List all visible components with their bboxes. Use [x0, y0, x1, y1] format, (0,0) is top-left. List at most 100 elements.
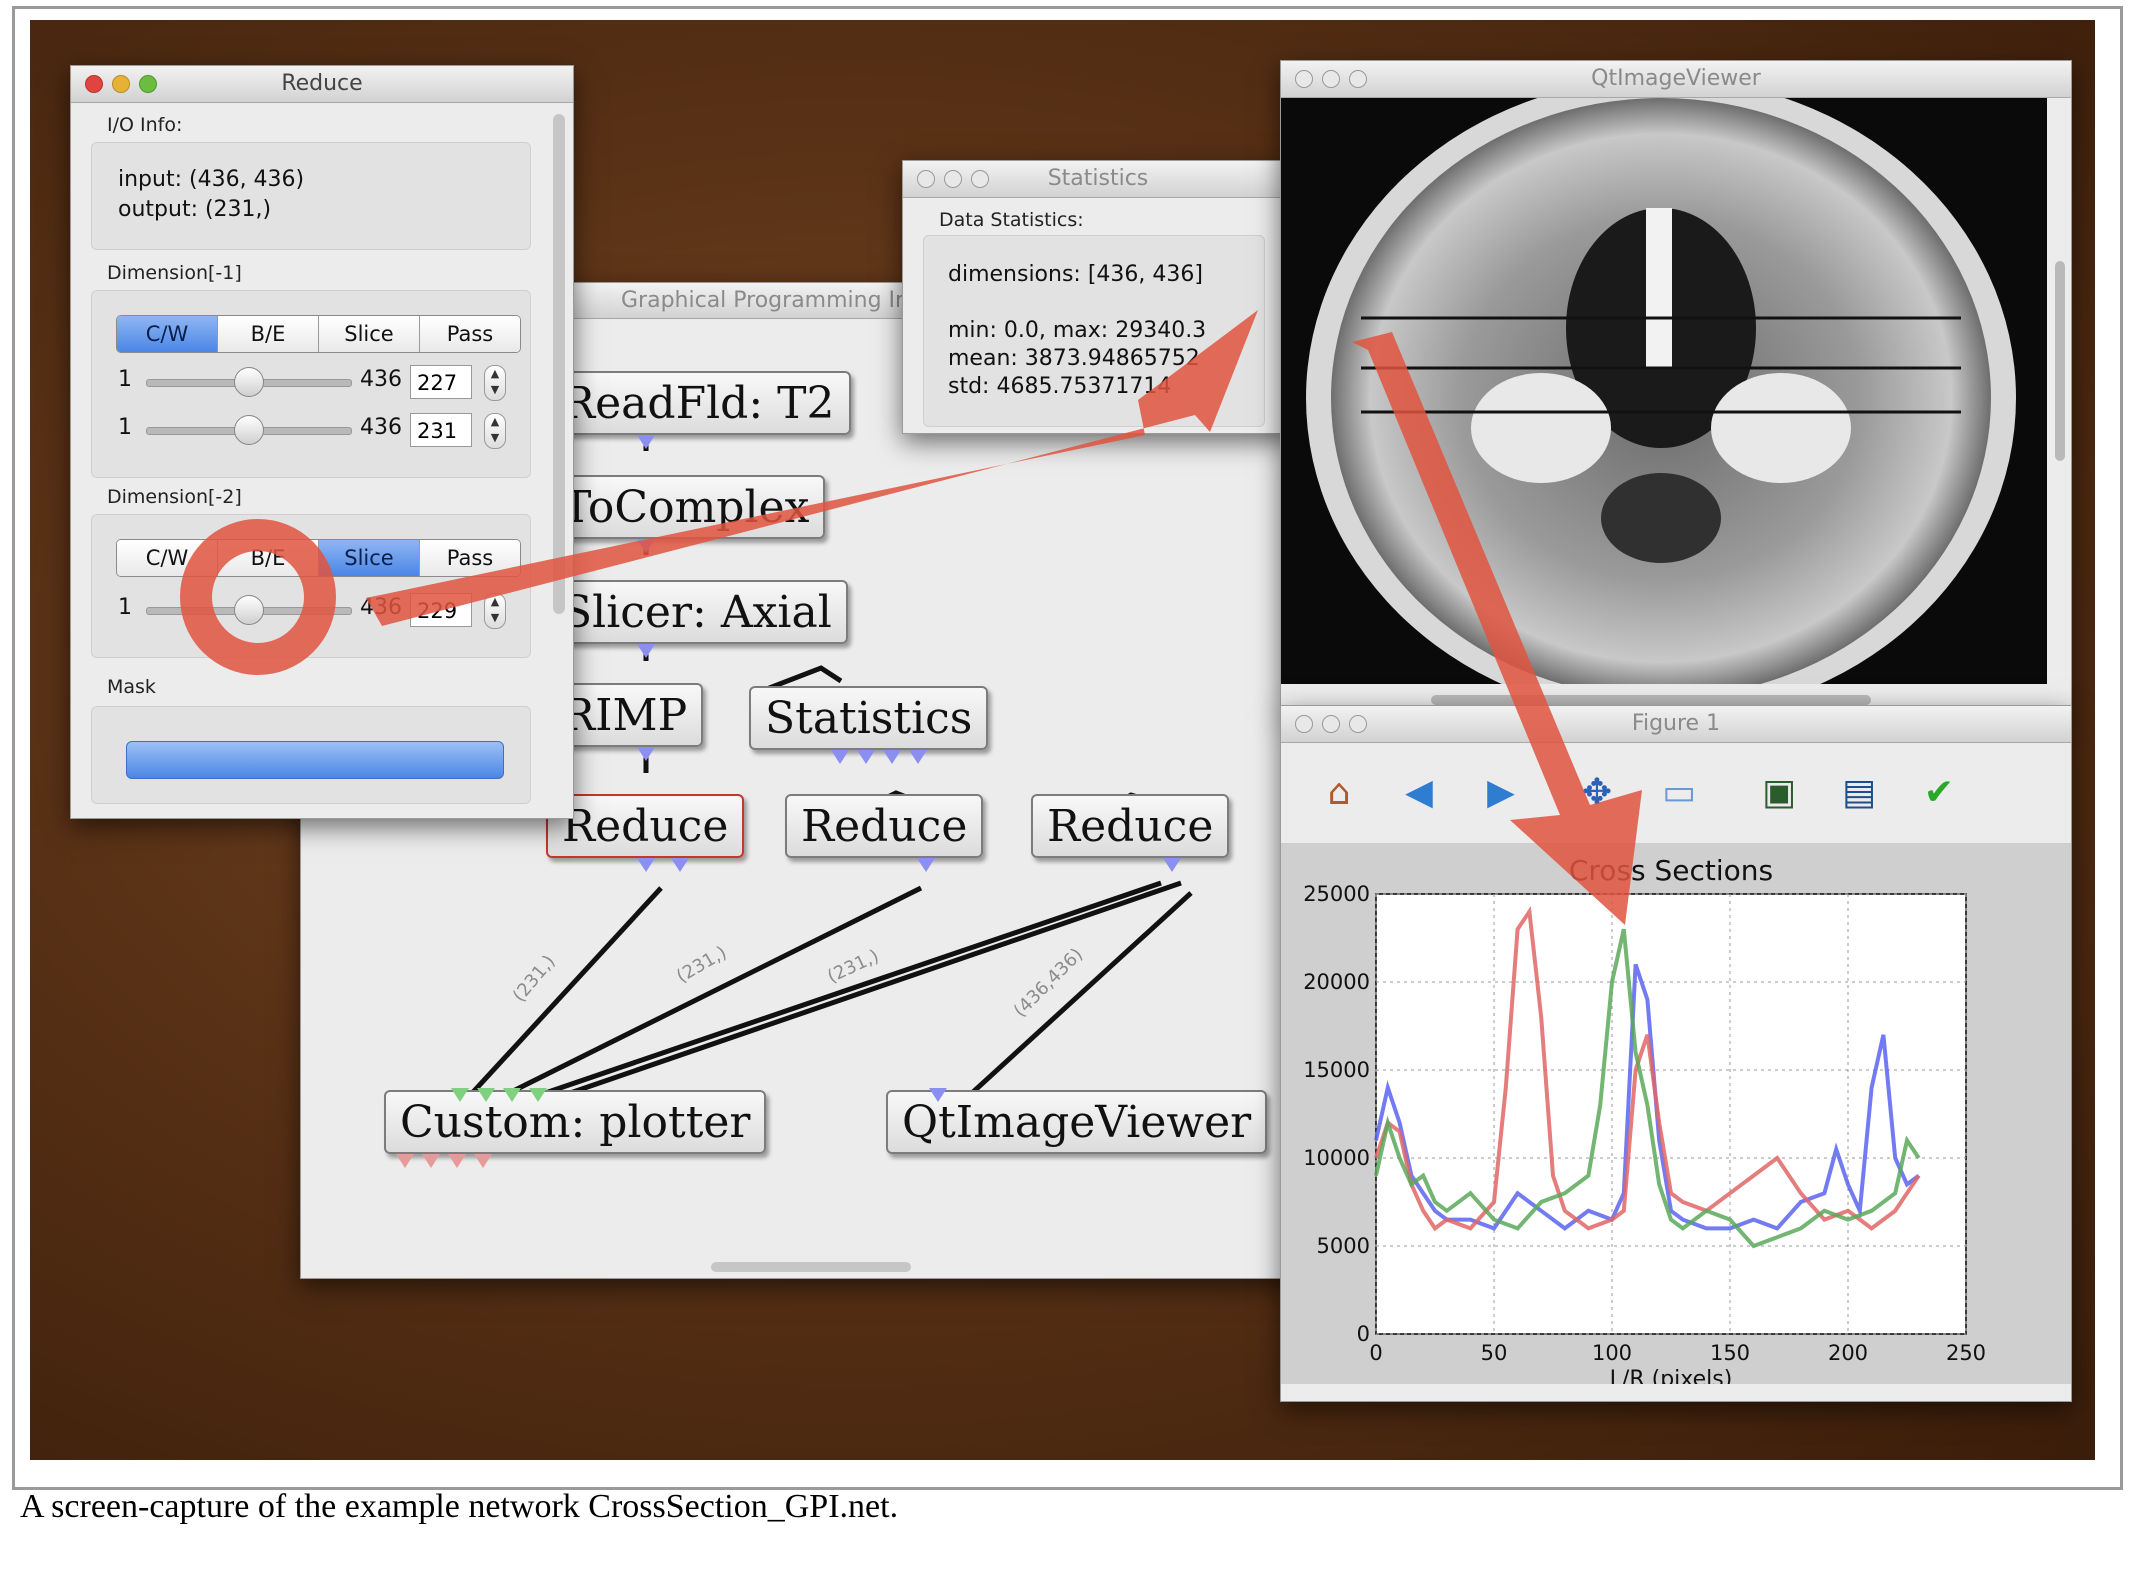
close-icon[interactable]: [917, 170, 935, 188]
port-out[interactable]: [422, 1154, 440, 1168]
figure-caption: A screen-capture of the example network …: [20, 1488, 899, 1525]
dim2-slider-knob[interactable]: [234, 595, 264, 625]
forward-icon[interactable]: ▶: [1479, 771, 1523, 815]
output-shape: output: (231,): [118, 197, 272, 222]
port-out[interactable]: [671, 858, 689, 872]
port-in[interactable]: [477, 1088, 495, 1102]
port-in[interactable]: [929, 1088, 947, 1102]
reduce-window: Reduce I/O Info: input: (436, 436) outpu…: [70, 65, 574, 819]
minimize-icon[interactable]: [1322, 715, 1340, 733]
port-out[interactable]: [396, 1154, 414, 1168]
mask-box: [91, 706, 531, 804]
desktop-background: Graphical Programming Inte (231,) (231,): [30, 20, 2095, 1460]
node-slicer[interactable]: Slicer: Axial: [546, 580, 848, 644]
node-label: QtImageViewer: [902, 1097, 1252, 1148]
minimize-icon[interactable]: [944, 170, 962, 188]
stepper-icon[interactable]: ▲ ▼: [484, 365, 506, 401]
port-in[interactable]: [637, 539, 655, 553]
mode-cw-button[interactable]: C/W: [117, 540, 218, 576]
minimize-icon[interactable]: [112, 75, 130, 93]
dimension-1-mode[interactable]: C/W B/E Slice Pass: [116, 315, 521, 353]
image-viewer-titlebar[interactable]: QtImageViewer: [1281, 61, 2071, 98]
dimension-2-box: C/W B/E Slice Pass 1 436 229 ▲ ▼: [91, 514, 531, 658]
mode-cw-button[interactable]: C/W: [117, 316, 218, 352]
port-in[interactable]: [529, 1088, 547, 1102]
node-tocomplex[interactable]: ToComplex: [546, 475, 826, 539]
stat-min-max: min: 0.0, max: 29340.3: [948, 318, 1207, 343]
minimize-icon[interactable]: [1322, 70, 1340, 88]
statistics-titlebar[interactable]: Statistics: [903, 161, 1293, 198]
figure-titlebar[interactable]: Figure 1: [1281, 706, 2071, 743]
node-reduce-2[interactable]: Reduce: [785, 794, 984, 858]
port-out[interactable]: [857, 750, 875, 764]
dim2-value[interactable]: 229: [410, 593, 472, 627]
zoom-icon[interactable]: [1349, 715, 1367, 733]
zoom-icon[interactable]: [139, 75, 157, 93]
statistics-window: Statistics Data Statistics: dimensions: …: [902, 160, 1294, 434]
edge-label-4: (436,436): [1010, 944, 1087, 1021]
stat-mean: mean: 3873.94865752: [948, 346, 1200, 371]
close-icon[interactable]: [1295, 715, 1313, 733]
port-in[interactable]: [637, 435, 655, 449]
port-in[interactable]: [637, 858, 655, 872]
port-out[interactable]: [474, 1154, 492, 1168]
node-reduce-1[interactable]: Reduce: [546, 794, 745, 858]
node-label: ReadFld: T2: [562, 378, 835, 429]
check-icon[interactable]: ✔: [1917, 771, 1961, 815]
mode-slice-button[interactable]: Slice: [319, 316, 420, 352]
stepper-icon[interactable]: ▲ ▼: [484, 413, 506, 449]
stepper-icon[interactable]: ▲ ▼: [484, 593, 506, 629]
port-out[interactable]: [883, 750, 901, 764]
dim1-value-2[interactable]: 231: [410, 413, 472, 447]
reduce-titlebar[interactable]: Reduce: [71, 66, 573, 103]
io-info-label: I/O Info:: [107, 114, 183, 136]
close-icon[interactable]: [85, 75, 103, 93]
dim1-slider-1-knob[interactable]: [234, 367, 264, 397]
dimension-2-mode[interactable]: C/W B/E Slice Pass: [116, 539, 521, 577]
y-tick-label: 25000: [1303, 882, 1370, 906]
port-in[interactable]: [637, 747, 655, 761]
node-label: ToComplex: [562, 482, 810, 533]
node-label: Reduce: [801, 801, 968, 852]
port-in[interactable]: [451, 1088, 469, 1102]
home-icon[interactable]: ⌂: [1317, 771, 1361, 815]
zoom-icon[interactable]: ▭: [1657, 771, 1701, 815]
reduce-scrollbar[interactable]: [553, 114, 565, 614]
mode-pass-button[interactable]: Pass: [420, 316, 520, 352]
node-readfld[interactable]: ReadFld: T2: [546, 371, 851, 435]
zoom-icon[interactable]: [971, 170, 989, 188]
port-in[interactable]: [637, 644, 655, 658]
image-viewer-hscroll[interactable]: [1431, 695, 1871, 705]
zoom-icon[interactable]: [1349, 70, 1367, 88]
x-tick-label: 0: [1369, 1341, 1382, 1365]
port-in[interactable]: [503, 1088, 521, 1102]
pan-icon[interactable]: ✥: [1575, 771, 1619, 815]
dimension-1-label: Dimension[-1]: [107, 262, 242, 284]
image-viewer-vscroll[interactable]: [2055, 261, 2065, 461]
mode-be-button[interactable]: B/E: [218, 540, 319, 576]
close-icon[interactable]: [1295, 70, 1313, 88]
mode-be-button[interactable]: B/E: [218, 316, 319, 352]
node-statistics[interactable]: Statistics: [749, 686, 989, 750]
subplots-icon[interactable]: ▣: [1757, 771, 1801, 815]
back-icon[interactable]: ◀: [1397, 771, 1441, 815]
save-icon[interactable]: ▤: [1837, 771, 1881, 815]
mask-button[interactable]: [126, 741, 504, 779]
node-reduce-3[interactable]: Reduce: [1031, 794, 1230, 858]
dim1-value-1[interactable]: 227: [410, 365, 472, 399]
node-custom-plotter[interactable]: Custom: plotter: [384, 1090, 767, 1154]
dim1-slider-2-knob[interactable]: [234, 415, 264, 445]
node-label: RIMP: [562, 690, 688, 741]
port-out[interactable]: [448, 1154, 466, 1168]
port-out[interactable]: [909, 750, 927, 764]
x-tick-label: 100: [1592, 1341, 1632, 1365]
mode-slice-button[interactable]: Slice: [319, 540, 420, 576]
reduce-title: Reduce: [281, 71, 363, 96]
port-out[interactable]: [917, 858, 935, 872]
y-tick-label: 0: [1357, 1322, 1370, 1346]
mode-pass-button[interactable]: Pass: [420, 540, 520, 576]
port-out[interactable]: [831, 750, 849, 764]
port-out[interactable]: [1163, 858, 1181, 872]
plot-area: [1375, 893, 1967, 1335]
canvas-scrollbar[interactable]: [711, 1262, 911, 1272]
